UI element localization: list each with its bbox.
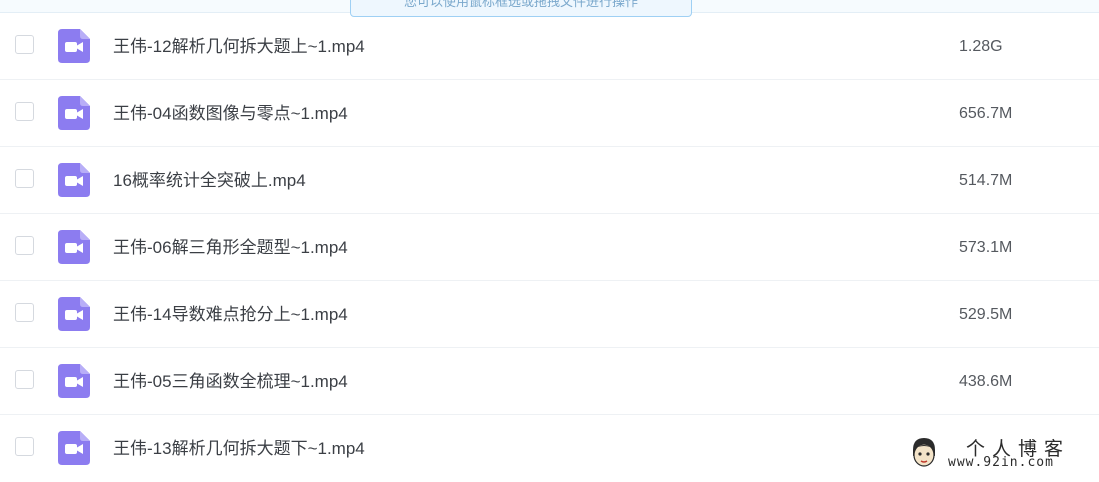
row-checkbox[interactable]	[15, 437, 34, 456]
video-file-icon	[58, 431, 90, 465]
watermark-url: www.92in.com	[948, 455, 1054, 470]
video-file-icon	[58, 297, 90, 331]
file-list: 王伟-12解析几何拆大题上~1.mp4 1.28G 王伟-04函数图像与零点~1…	[0, 13, 1099, 482]
row-checkbox[interactable]	[15, 102, 34, 121]
file-name[interactable]: 王伟-12解析几何拆大题上~1.mp4	[113, 13, 365, 80]
row-checkbox[interactable]	[15, 35, 34, 54]
video-file-icon	[58, 96, 90, 130]
file-name[interactable]: 16概率统计全突破上.mp4	[113, 147, 306, 214]
video-file-icon	[58, 230, 90, 264]
file-row[interactable]: 王伟-12解析几何拆大题上~1.mp4 1.28G	[0, 13, 1099, 80]
file-name[interactable]: 王伟-14导数难点抢分上~1.mp4	[113, 281, 348, 348]
file-size: 438.6M	[959, 373, 1013, 390]
file-row[interactable]: 王伟-05三角函数全梳理~1.mp4 438.6M	[0, 348, 1099, 415]
file-row[interactable]: 16概率统计全突破上.mp4 514.7M	[0, 147, 1099, 214]
file-size: 529.5M	[959, 306, 1013, 323]
video-file-icon	[58, 29, 90, 63]
row-checkbox[interactable]	[15, 169, 34, 188]
row-checkbox[interactable]	[15, 370, 34, 389]
file-name[interactable]: 王伟-06解三角形全题型~1.mp4	[113, 214, 348, 281]
file-name[interactable]: 王伟-13解析几何拆大题下~1.mp4	[113, 415, 365, 482]
file-size: 1.28G	[959, 38, 1003, 55]
video-file-icon	[58, 163, 90, 197]
row-checkbox[interactable]	[15, 303, 34, 322]
file-row[interactable]: 王伟-04函数图像与零点~1.mp4 656.7M	[0, 80, 1099, 147]
avatar-face-icon	[910, 436, 938, 468]
video-file-icon	[58, 364, 90, 398]
file-size: 514.7M	[959, 172, 1013, 189]
file-size: 573.1M	[959, 239, 1013, 256]
file-size: 656.7M	[959, 105, 1013, 122]
file-name[interactable]: 王伟-05三角函数全梳理~1.mp4	[113, 348, 348, 415]
blog-watermark: 个人博客 www.92in.com	[902, 430, 1099, 475]
file-row[interactable]: 王伟-14导数难点抢分上~1.mp4 529.5M	[0, 281, 1099, 348]
row-checkbox[interactable]	[15, 236, 34, 255]
file-name[interactable]: 王伟-04函数图像与零点~1.mp4	[113, 80, 348, 147]
tooltip-text: 您可以使用鼠标框选或拖拽文件进行操作	[403, 0, 638, 9]
file-row[interactable]: 王伟-06解三角形全题型~1.mp4 573.1M	[0, 214, 1099, 281]
